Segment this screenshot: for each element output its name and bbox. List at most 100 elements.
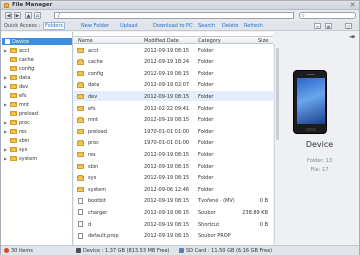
cell-name: dev <box>88 93 98 100</box>
tree-item[interactable]: cache <box>2 55 72 64</box>
table-row[interactable]: res 2012-09-19 08:15 Folder <box>74 149 273 159</box>
column-modified-header[interactable]: Modified Date <box>144 38 179 44</box>
tree-item[interactable]: ▶ system <box>2 154 72 163</box>
column-size-header[interactable]: Size <box>258 38 268 44</box>
action-toolbar: Quick Access : Folders New Folder Upload… <box>1 21 359 31</box>
tree-item-label: sys <box>19 147 28 153</box>
expand-arrow-icon[interactable]: ▶ <box>4 48 7 53</box>
cell-category: Folder <box>198 47 214 54</box>
cell-modified: 2012-09-19 08:15 <box>144 209 190 216</box>
table-row[interactable]: config 2012-09-19 08:15 Folder <box>74 68 273 78</box>
cell-modified: 1970-01-01 01:00 <box>144 140 190 147</box>
new-folder-button[interactable]: New Folder <box>81 23 109 29</box>
tree-item[interactable]: ▶ proc <box>2 118 72 127</box>
table-row[interactable]: preload 1970-01-01 01:00 Folder <box>74 126 273 136</box>
phone-screen <box>297 78 325 124</box>
folders-tab[interactable]: Folders <box>43 22 65 30</box>
cell-name: sbin <box>88 163 99 170</box>
table-row[interactable]: mnt 2012-09-19 08:15 Folder <box>74 115 273 125</box>
cell-modified: 2012-09-19 18:24 <box>144 59 190 66</box>
tree-item[interactable]: config <box>2 64 72 73</box>
search-button[interactable]: Search <box>198 23 215 29</box>
tree-item-label: sbin <box>19 138 30 144</box>
table-row[interactable]: cache 2012-09-19 18:24 Folder <box>74 57 273 67</box>
cell-size: 0 B <box>259 198 268 205</box>
table-row[interactable]: default.prop 2012-09-19 08:15 Soubor PROP <box>74 231 273 241</box>
cell-name: config <box>88 70 104 77</box>
home-button[interactable]: ⌂ <box>34 12 41 19</box>
cell-name: mnt <box>88 117 98 124</box>
tree-item[interactable]: ▶ acct <box>2 46 72 55</box>
folder-icon <box>77 82 84 88</box>
search-input[interactable]: ⌕ <box>299 12 356 19</box>
scrollbar-thumb[interactable] <box>276 48 279 140</box>
table-row[interactable]: data 2012-09-19 02:07 Folder <box>74 80 273 90</box>
table-row[interactable]: proc 1970-01-01 01:00 Folder <box>74 138 273 148</box>
table-row[interactable]: charger 2012-09-19 08:15 Soubor 238.89 KB <box>74 207 273 217</box>
table-row[interactable]: dev 2012-09-19 08:15 Folder <box>74 91 273 102</box>
collapse-pane-icon[interactable]: ◂▪ <box>349 34 355 40</box>
grid-view-icon[interactable]: ▦ <box>325 23 332 29</box>
detail-pane-icon[interactable]: ◫ <box>345 23 352 29</box>
refresh-button[interactable]: Refresh <box>244 23 263 29</box>
folder-icon <box>10 101 17 107</box>
folder-icon <box>10 92 17 98</box>
cell-modified: 2012-09-19 08:15 <box>144 175 190 182</box>
expand-arrow-icon[interactable]: ▶ <box>4 120 7 125</box>
folder-icon <box>77 70 84 77</box>
tree-item-device[interactable]: Device <box>2 38 72 45</box>
cell-name: acct <box>88 47 99 54</box>
download-to-pc-button[interactable]: Download to PC <box>153 23 193 29</box>
column-name-header[interactable]: Name <box>78 38 93 44</box>
cell-category: Folder <box>198 82 214 89</box>
cell-name: preload <box>88 128 107 135</box>
cell-category: Folder <box>198 175 214 182</box>
folder-icon <box>77 47 84 53</box>
delete-button[interactable]: Delete <box>222 23 238 29</box>
cell-modified: 2012-09-19 08:15 <box>144 233 190 240</box>
expand-arrow-icon[interactable]: ▶ <box>4 102 7 107</box>
table-row[interactable]: sys 2012-09-19 08:15 Folder <box>74 173 273 183</box>
expand-arrow-icon[interactable]: ▶ <box>4 156 7 161</box>
expand-arrow-icon[interactable]: ▶ <box>4 147 7 152</box>
tree-item[interactable]: ▶ mnt <box>2 100 72 109</box>
close-icon[interactable]: ✕ <box>349 2 356 9</box>
table-row[interactable]: system 2012-09-06 12:46 Folder <box>74 184 273 194</box>
folder-icon <box>10 65 17 71</box>
expand-arrow-icon[interactable]: ▶ <box>4 84 7 89</box>
phone-speaker <box>307 74 315 75</box>
path-input[interactable]: / <box>54 12 294 19</box>
cell-name: default.prop <box>88 233 119 240</box>
column-category-header[interactable]: Category <box>198 38 221 44</box>
title-bar: File Manager ✕ <box>1 1 359 10</box>
device-icon <box>5 39 10 44</box>
list-view-icon[interactable]: ≡ <box>314 23 321 29</box>
file-icon <box>78 209 83 216</box>
back-button[interactable]: ◀ <box>5 12 12 19</box>
cell-category: Soubor <box>198 209 216 216</box>
upload-button[interactable]: Upload <box>120 23 138 29</box>
tree-item[interactable]: sbin <box>2 136 72 145</box>
table-row[interactable]: efs 2012-02-22 09:41 Folder <box>74 103 273 113</box>
table-row[interactable]: bootbit 2012-09-19 08:15 Tvořené · (MV) 0 B <box>74 196 273 206</box>
expand-arrow-icon[interactable]: ▶ <box>4 129 7 134</box>
tree-item[interactable]: ▶ data <box>2 73 72 82</box>
tree-item-label: cache <box>19 57 34 63</box>
tree-item[interactable]: ▶ res <box>2 127 72 136</box>
table-row[interactable]: d 2012-09-19 08:15 Shortcut 0 B <box>74 219 273 229</box>
expand-arrow-icon[interactable]: ▶ <box>4 75 7 80</box>
tree-item[interactable]: ▶ sys <box>2 145 72 154</box>
cell-name: efs <box>88 105 96 112</box>
file-list-scrollbar[interactable] <box>274 44 279 244</box>
tree-item[interactable]: ▶ dev <box>2 82 72 91</box>
table-row[interactable]: sbin 2012-09-19 08:15 Folder <box>74 161 273 171</box>
table-row[interactable]: acct 2012-09-19 08:15 Folder <box>74 45 273 55</box>
cell-size: 238.89 KB <box>242 209 268 216</box>
cell-name: data <box>88 82 100 89</box>
tree-item[interactable]: preload <box>2 109 72 118</box>
folder-icon <box>77 128 84 135</box>
tree-item[interactable]: efs <box>2 91 72 100</box>
cell-modified: 2012-09-19 08:15 <box>144 198 190 205</box>
up-folder-button[interactable]: ▲ <box>25 12 32 19</box>
forward-button[interactable]: ▶ <box>14 12 21 19</box>
